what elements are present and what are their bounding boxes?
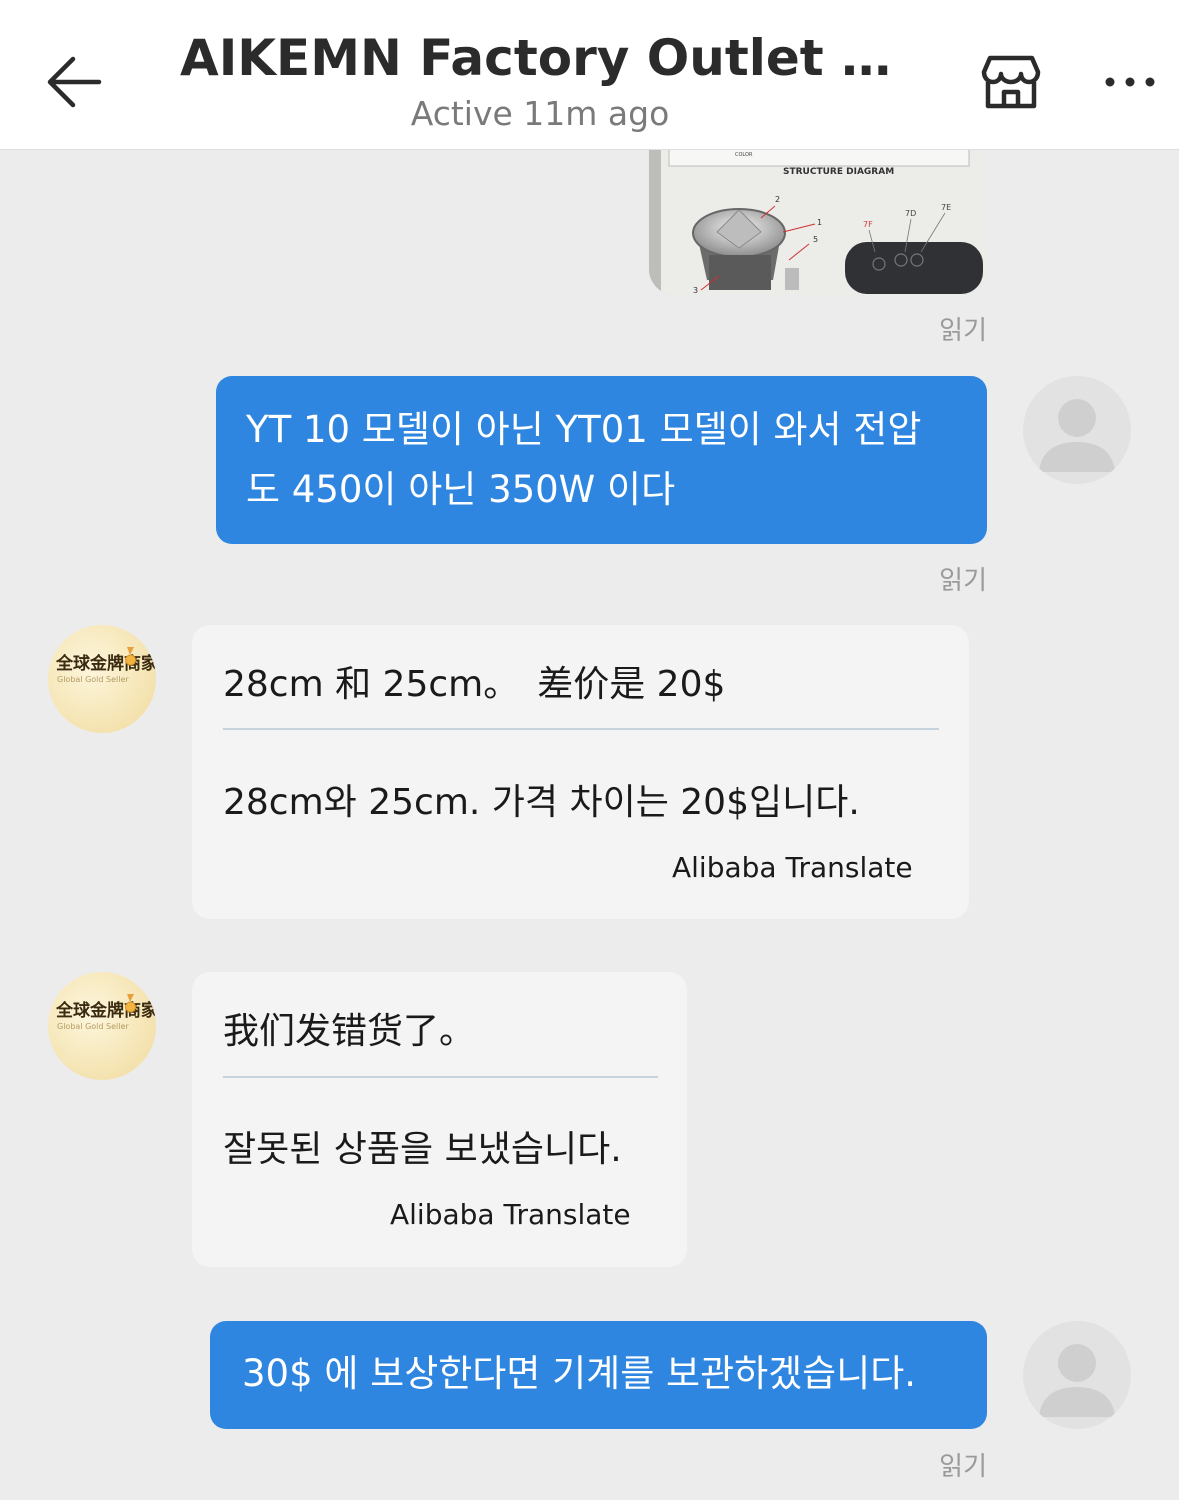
original-text: 28cm 和 25cm。 差价是 20$ bbox=[223, 664, 726, 705]
diagram-caption: STRUCTURE DIAGRAM bbox=[783, 167, 894, 177]
user-avatar[interactable] bbox=[1023, 1321, 1131, 1429]
read-status: 읽기 bbox=[939, 566, 987, 596]
original-text: 我们发错货了。 bbox=[223, 1011, 476, 1052]
svg-text:7D: 7D bbox=[905, 209, 916, 218]
chat-header: AIKEMN Factory Outlet St... Active 11m a… bbox=[0, 0, 1179, 150]
svg-text:5: 5 bbox=[813, 235, 818, 244]
user-avatar[interactable] bbox=[1023, 376, 1131, 484]
seller-badge-subtitle: Global Gold Seller bbox=[57, 1022, 129, 1031]
outgoing-message-bubble[interactable]: YT 10 모델이 아닌 YT01 모델이 와서 전압 도 450이 아닌 35… bbox=[216, 376, 987, 544]
svg-text:1: 1 bbox=[817, 218, 822, 227]
store-button[interactable] bbox=[974, 46, 1048, 118]
svg-text:2: 2 bbox=[775, 195, 780, 204]
svg-text:7F: 7F bbox=[863, 220, 873, 229]
incoming-message-bubble[interactable]: 我们发错货了。 잘못된 상품을 보냈습니다. Alibaba Translate bbox=[192, 972, 687, 1267]
svg-text:7E: 7E bbox=[941, 203, 951, 212]
diagram-label-top: COLOR bbox=[735, 152, 753, 158]
translated-text: 잘못된 상품을 보냈습니다. bbox=[223, 1129, 622, 1170]
outgoing-message-bubble[interactable]: 30$ 에 보상한다면 기계를 보관하겠습니다. bbox=[210, 1321, 987, 1429]
message-text-line-2: 도 450이 아닌 350W 이다 bbox=[246, 468, 676, 511]
translation-source: Alibaba Translate bbox=[390, 1198, 631, 1231]
seller-badge-name: 全球金牌商家 bbox=[56, 1001, 156, 1021]
medal-icon bbox=[125, 994, 136, 1013]
incoming-message-bubble[interactable]: 28cm 和 25cm。 差价是 20$ 28cm와 25cm. 가격 차이는 … bbox=[192, 625, 969, 919]
read-status: 읽기 bbox=[939, 1452, 987, 1482]
message-text-line-1: YT 10 모델이 아닌 YT01 모델이 와서 전압 bbox=[246, 408, 922, 451]
seller-badge-subtitle: Global Gold Seller bbox=[57, 675, 129, 684]
image-message[interactable]: COLOR STRUCTURE DIAGRAM 2 1 5 3 7F 7D 7E bbox=[649, 130, 987, 295]
read-status: 읽기 bbox=[939, 316, 987, 346]
active-status: Active 11m ago bbox=[410, 94, 670, 133]
translation-source: Alibaba Translate bbox=[672, 851, 913, 884]
arrow-left-icon bbox=[47, 56, 102, 108]
chat-title-area[interactable]: AIKEMN Factory Outlet St... Active 11m a… bbox=[180, 26, 900, 136]
chat-title: AIKEMN Factory Outlet St... bbox=[180, 29, 900, 87]
seller-badge-name: 全球金牌商家 bbox=[56, 654, 156, 674]
user-silhouette-icon bbox=[1039, 1344, 1115, 1417]
seller-avatar[interactable]: 全球金牌商家 Global Gold Seller bbox=[48, 625, 156, 733]
more-options-button[interactable] bbox=[1094, 56, 1166, 108]
translation-divider bbox=[223, 728, 939, 730]
more-horizontal-icon bbox=[1105, 77, 1155, 87]
translated-text: 28cm와 25cm. 가격 차이는 20$입니다. bbox=[223, 782, 860, 823]
back-button[interactable] bbox=[38, 46, 110, 118]
seller-avatar[interactable]: 全球金牌商家 Global Gold Seller bbox=[48, 972, 156, 1080]
translation-divider bbox=[223, 1076, 658, 1078]
medal-icon bbox=[125, 647, 136, 666]
structure-diagram-image: COLOR STRUCTURE DIAGRAM 2 1 5 3 7F 7D 7E bbox=[649, 130, 987, 295]
svg-text:3: 3 bbox=[693, 286, 698, 295]
user-silhouette-icon bbox=[1039, 399, 1115, 472]
store-icon bbox=[981, 55, 1041, 109]
message-text: 30$ 에 보상한다면 기계를 보관하겠습니다. bbox=[242, 1352, 917, 1395]
